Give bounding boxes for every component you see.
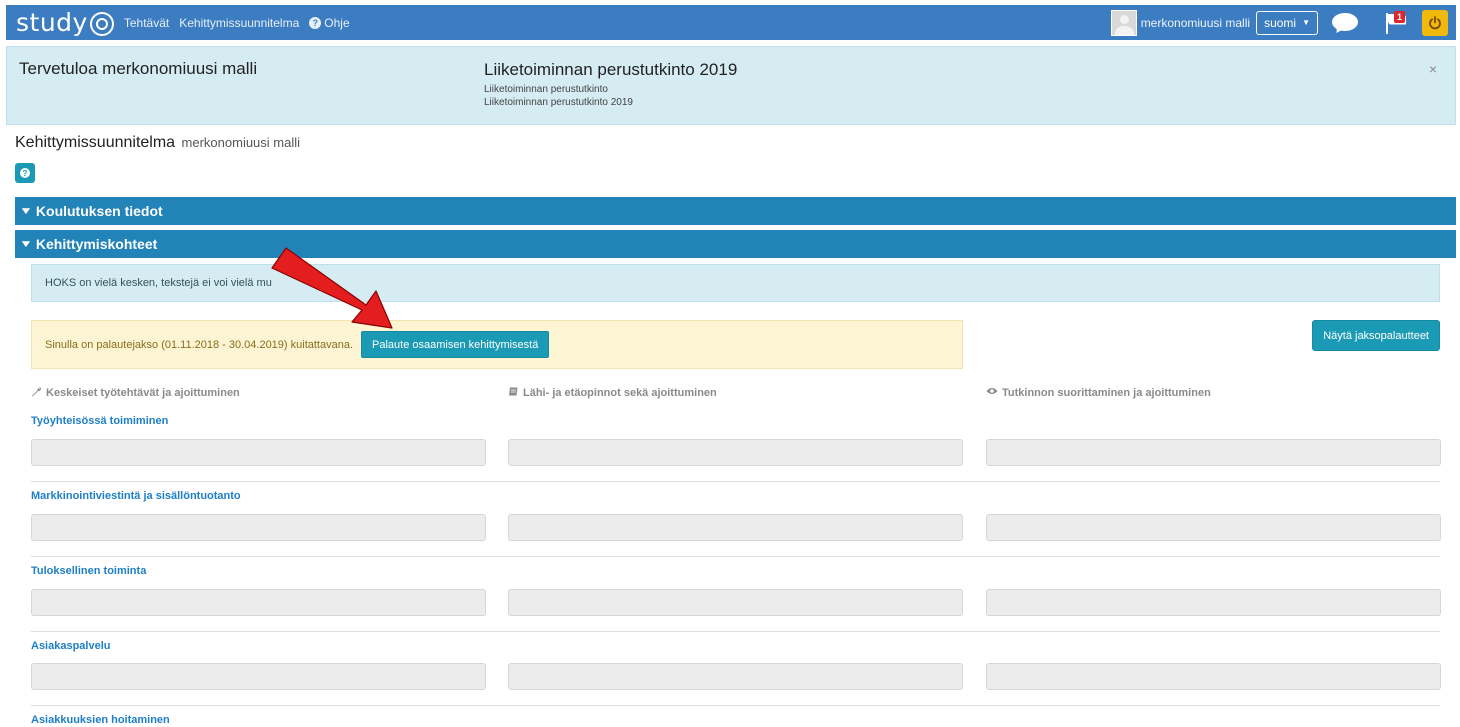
page-title-text: Kehittymissuunnitelma [15, 134, 176, 151]
degree-line-1: Liiketoiminnan perustutkinto [484, 84, 608, 95]
power-icon [1429, 15, 1441, 29]
eye-icon [986, 386, 998, 399]
column-header-label: Tutkinnon suorittaminen ja ajoittuminen [1002, 386, 1211, 399]
notification-badge: 1 [1394, 10, 1405, 23]
row-divider [31, 556, 1440, 557]
exam-field[interactable] [986, 589, 1441, 616]
chat-bubble-icon[interactable] [1332, 12, 1358, 33]
show-feedback-button[interactable]: Näytä jaksopalautteet [1312, 320, 1440, 351]
studies-field[interactable] [508, 514, 963, 541]
degree-title: Liiketoiminnan perustutkinto 2019 [484, 60, 738, 79]
studies-field[interactable] [508, 663, 963, 690]
nav-link-ohje[interactable]: ? Ohje [309, 15, 350, 30]
welcome-title: Tervetuloa merkonomiuusi malli [19, 59, 258, 78]
user-name[interactable]: merkonomiuusi malli [1141, 16, 1250, 30]
nav-link-kehittymissuunnitelma[interactable]: Kehittymissuunnitelma [179, 16, 299, 30]
logo-o-icon [89, 11, 114, 36]
logout-button[interactable] [1422, 9, 1448, 36]
tasks-field[interactable] [31, 589, 486, 616]
tasks-field[interactable] [31, 663, 486, 690]
studies-field[interactable] [508, 439, 963, 466]
hoks-note-text: HOKS on vielä kesken, tekstejä ei voi vi… [45, 277, 272, 289]
row-divider [31, 705, 1440, 706]
column-header-label: Lähi- ja etäopinnot sekä ajoittuminen [523, 387, 717, 399]
question-icon: ? [309, 16, 322, 29]
accordion-kehittymiskohteet[interactable]: ▼ Kehittymiskohteet [15, 230, 1456, 258]
exam-field[interactable] [986, 514, 1441, 541]
column-header-label: Keskeiset työtehtävät ja ajoittuminen [46, 387, 240, 399]
studies-field[interactable] [508, 589, 963, 616]
avatar[interactable] [1110, 9, 1137, 36]
close-icon[interactable]: × [1429, 61, 1437, 77]
topic-link[interactable]: Markkinointiviestintä ja sisällöntuotant… [31, 490, 241, 502]
chevron-down-icon: ▼ [19, 205, 33, 217]
exam-field[interactable] [986, 663, 1441, 690]
flag-icon[interactable]: 1 [1384, 10, 1408, 34]
topic-link[interactable]: Työyhteisössä toimiminen [31, 415, 168, 427]
top-navbar: study Tehtävät Kehittymissuunnitelma ? Oh… [6, 5, 1456, 40]
tasks-field[interactable] [31, 514, 486, 541]
welcome-banner: Tervetuloa merkonomiuusi malli Liiketoim… [6, 46, 1456, 125]
nav-link-tehtavat[interactable]: Tehtävät [124, 16, 169, 30]
topic-link[interactable]: Tuloksellinen toiminta [31, 565, 146, 577]
tasks-field[interactable] [31, 439, 486, 466]
accordion-koulutuksen-tiedot[interactable]: ▼ Koulutuksen tiedot [15, 197, 1456, 225]
study-logo[interactable]: study [16, 8, 114, 37]
page-title: Kehittymissuunnitelma merkonomiuusi mall… [15, 134, 300, 152]
feedback-button[interactable]: Palaute osaamisen kehittymisestä [361, 331, 550, 358]
caret-down-icon: ▼ [1302, 18, 1310, 27]
flag-pole [1386, 12, 1388, 34]
row-divider [31, 631, 1440, 632]
chevron-down-icon: ▼ [19, 238, 33, 250]
accordion-label: Koulutuksen tiedot [35, 203, 163, 219]
feedback-warning-alert: Sinulla on palautejakso (01.11.2018 - 30… [31, 320, 963, 369]
logo-text: study [16, 8, 88, 37]
help-button[interactable]: ? [15, 163, 35, 183]
feedback-text: Sinulla on palautejakso (01.11.2018 - 30… [45, 338, 354, 351]
language-value: suomi [1264, 15, 1297, 30]
row-divider [31, 481, 1440, 482]
wrench-icon [31, 386, 42, 400]
navbar-right: merkonomiuusi malli suomi ▼ 1 [1110, 5, 1456, 40]
topic-link[interactable]: Asiakkuuksien hoitaminen [31, 714, 170, 726]
degree-line-2: Liiketoiminnan perustutkinto 2019 [484, 97, 633, 108]
question-icon: ? [20, 168, 30, 178]
hoks-info-alert: HOKS on vielä kesken, tekstejä ei voi vi… [31, 264, 1440, 302]
accordion-label: Kehittymiskohteet [35, 236, 158, 252]
page-subtitle: merkonomiuusi malli [181, 135, 301, 150]
column-header-studies: Lähi- ja etäopinnot sekä ajoittuminen [508, 386, 717, 400]
degree-info: Liiketoiminnan perustutkinto 2019 Liiket… [484, 60, 737, 109]
topic-link[interactable]: Asiakaspalvelu [31, 640, 111, 652]
language-select[interactable]: suomi ▼ [1256, 10, 1318, 35]
nav-link-ohje-label: Ohje [324, 15, 350, 30]
book-icon [508, 386, 519, 400]
column-header-tasks: Keskeiset työtehtävät ja ajoittuminen [31, 386, 240, 400]
exam-field[interactable] [986, 439, 1441, 466]
column-header-exam: Tutkinnon suorittaminen ja ajoittuminen [986, 386, 1211, 399]
